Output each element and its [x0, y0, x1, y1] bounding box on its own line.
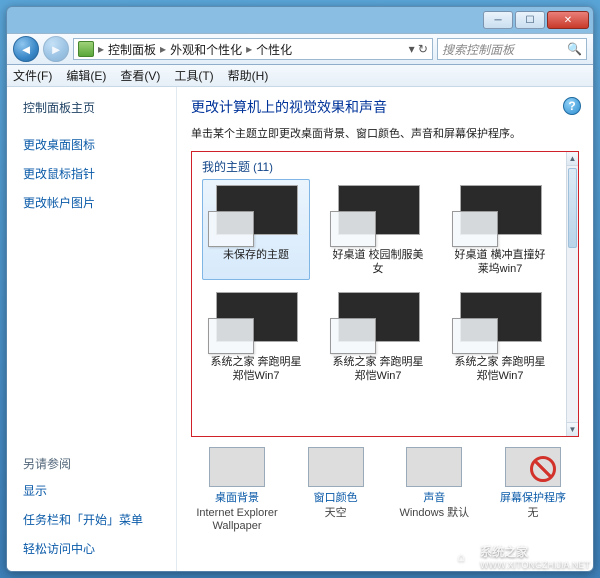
theme-name: 系统之家 奔跑明星郑恺Win7 [205, 356, 307, 384]
theme-item[interactable]: 系统之家 奔跑明星郑恺Win7 [446, 286, 554, 387]
bottom-option[interactable]: 窗口颜色天空 [294, 447, 378, 533]
menu-view[interactable]: 查看(V) [120, 67, 160, 84]
option-link[interactable]: 屏幕保护程序 [500, 489, 566, 505]
option-icon [209, 447, 265, 487]
sidebar: 控制面板主页 更改桌面图标 更改鼠标指针 更改帐户图片 另请参阅 显示 任务栏和… [7, 87, 177, 571]
nav-toolbar: ◄ ► ▸ 控制面板 ▸ 外观和个性化 ▸ 个性化 ▾ ↻ 搜索控制面板 🔍 [7, 33, 593, 65]
theme-name: 系统之家 奔跑明星郑恺Win7 [449, 356, 551, 384]
breadcrumb-leaf[interactable]: 个性化 [256, 41, 292, 58]
themes-section-label: 我的主题 (11) [202, 158, 560, 175]
bottom-options: 桌面背景 Internet Explorer Wallpaper 窗口颜色天空 声音 W… [191, 447, 579, 533]
option-link[interactable]: 窗口颜色 [314, 489, 358, 505]
scroll-down-icon[interactable]: ▼ [567, 422, 578, 436]
theme-window-icon [330, 318, 376, 354]
theme-thumb [208, 185, 304, 247]
theme-thumb [330, 185, 426, 247]
menu-edit[interactable]: 编辑(E) [66, 67, 106, 84]
scroll-track[interactable] [567, 166, 578, 422]
option-link[interactable]: 桌面背景 [215, 489, 259, 505]
scroll-up-icon[interactable]: ▲ [567, 152, 578, 166]
theme-thumb [452, 292, 548, 354]
maximize-button[interactable]: ☐ [515, 11, 545, 29]
main-panel: ? 更改计算机上的视觉效果和声音 单击某个主题立即更改桌面背景、窗口颜色、声音和… [177, 87, 593, 571]
option-icon [406, 447, 462, 487]
bottom-option[interactable]: 桌面背景 Internet Explorer Wallpaper [195, 447, 279, 533]
watermark-text: 系统之家 [480, 543, 590, 560]
theme-item[interactable]: 好桌道 横冲直撞好莱坞win7 [446, 179, 554, 280]
content-area: 控制面板主页 更改桌面图标 更改鼠标指针 更改帐户图片 另请参阅 显示 任务栏和… [7, 87, 593, 571]
theme-item[interactable]: 好桌道 校园制服美女 [324, 179, 432, 280]
close-button[interactable]: ✕ [547, 11, 589, 29]
theme-window-icon [208, 318, 254, 354]
theme-item[interactable]: 系统之家 奔跑明星郑恺Win7 [202, 286, 310, 387]
back-button[interactable]: ◄ [13, 36, 39, 62]
option-icon [505, 447, 561, 487]
control-panel-icon [78, 41, 94, 57]
option-value: Internet Explorer Wallpaper [195, 507, 279, 533]
theme-item[interactable]: 系统之家 奔跑明星郑恺Win7 [324, 286, 432, 387]
menu-bar: 文件(F) 编辑(E) 查看(V) 工具(T) 帮助(H) [7, 65, 593, 87]
option-value: 无 [527, 507, 538, 520]
theme-item[interactable]: 未保存的主题 [202, 179, 310, 280]
see-also-taskbar[interactable]: 任务栏和「开始」菜单 [23, 511, 164, 528]
theme-name: 好桌道 校园制服美女 [327, 249, 429, 277]
theme-thumb [330, 292, 426, 354]
breadcrumb-sep: ▸ [160, 42, 166, 56]
minimize-button[interactable]: ─ [483, 11, 513, 29]
menu-file[interactable]: 文件(F) [13, 67, 52, 84]
breadcrumb-sep: ▸ [246, 42, 252, 56]
breadcrumb-sep: ▸ [98, 42, 104, 56]
page-subheading: 单击某个主题立即更改桌面背景、窗口颜色、声音和屏幕保护程序。 [191, 125, 579, 141]
theme-thumb [208, 292, 304, 354]
themes-box: 我的主题 (11) 未保存的主题 好桌道 校园制服美女好桌道 横冲直撞好莱坞win… [191, 151, 579, 437]
theme-name: 好桌道 横冲直撞好莱坞win7 [449, 249, 551, 277]
sidebar-link-mouse[interactable]: 更改鼠标指针 [23, 165, 164, 182]
breadcrumb-mid[interactable]: 外观和个性化 [170, 41, 242, 58]
breadcrumb-root[interactable]: 控制面板 [108, 41, 156, 58]
bottom-option[interactable]: 声音 Windows 默认 [392, 447, 476, 533]
watermark-logo-icon: ⌂ [448, 546, 474, 568]
watermark: ⌂ 系统之家 WWW.XITONGZHIJIA.NET [448, 543, 590, 570]
titlebar: ─ ☐ ✕ [7, 7, 593, 33]
option-value: Windows 默认 [399, 507, 469, 520]
address-dropdown-icon[interactable]: ▾ ↻ [409, 42, 428, 56]
sidebar-link-account-pic[interactable]: 更改帐户图片 [23, 194, 164, 211]
scroll-thumb[interactable] [568, 168, 577, 248]
bottom-option[interactable]: 屏幕保护程序无 [491, 447, 575, 533]
theme-window-icon [208, 211, 254, 247]
menu-help[interactable]: 帮助(H) [228, 67, 269, 84]
forward-button[interactable]: ► [43, 36, 69, 62]
theme-grid: 未保存的主题 好桌道 校园制服美女好桌道 横冲直撞好莱坞win7 系统之家 奔跑明星… [202, 179, 560, 387]
theme-window-icon [330, 211, 376, 247]
option-icon [308, 447, 364, 487]
theme-window-icon [452, 318, 498, 354]
watermark-url: WWW.XITONGZHIJIA.NET [480, 560, 590, 570]
menu-tools[interactable]: 工具(T) [174, 67, 213, 84]
option-value: 天空 [325, 507, 347, 520]
scrollbar[interactable]: ▲ ▼ [566, 152, 578, 436]
theme-name: 系统之家 奔跑明星郑恺Win7 [327, 356, 429, 384]
see-also-display[interactable]: 显示 [23, 482, 164, 499]
help-icon[interactable]: ? [563, 97, 581, 115]
theme-name: 未保存的主题 [223, 249, 289, 277]
search-placeholder: 搜索控制面板 [442, 41, 514, 58]
option-link[interactable]: 声音 [423, 489, 445, 505]
themes-scroll-area: 我的主题 (11) 未保存的主题 好桌道 校园制服美女好桌道 横冲直撞好莱坞win… [192, 152, 566, 436]
see-also-heading: 另请参阅 [23, 455, 164, 472]
search-icon: 🔍 [567, 42, 582, 56]
search-box[interactable]: 搜索控制面板 🔍 [437, 38, 587, 60]
window-frame: ─ ☐ ✕ ◄ ► ▸ 控制面板 ▸ 外观和个性化 ▸ 个性化 ▾ ↻ 搜索控制… [6, 6, 594, 572]
sidebar-home[interactable]: 控制面板主页 [23, 99, 164, 116]
theme-thumb [452, 185, 548, 247]
page-heading: 更改计算机上的视觉效果和声音 [191, 97, 579, 117]
sidebar-link-desktop-icons[interactable]: 更改桌面图标 [23, 136, 164, 153]
theme-window-icon [452, 211, 498, 247]
see-also-ease[interactable]: 轻松访问中心 [23, 540, 164, 557]
address-bar[interactable]: ▸ 控制面板 ▸ 外观和个性化 ▸ 个性化 ▾ ↻ [73, 38, 433, 60]
